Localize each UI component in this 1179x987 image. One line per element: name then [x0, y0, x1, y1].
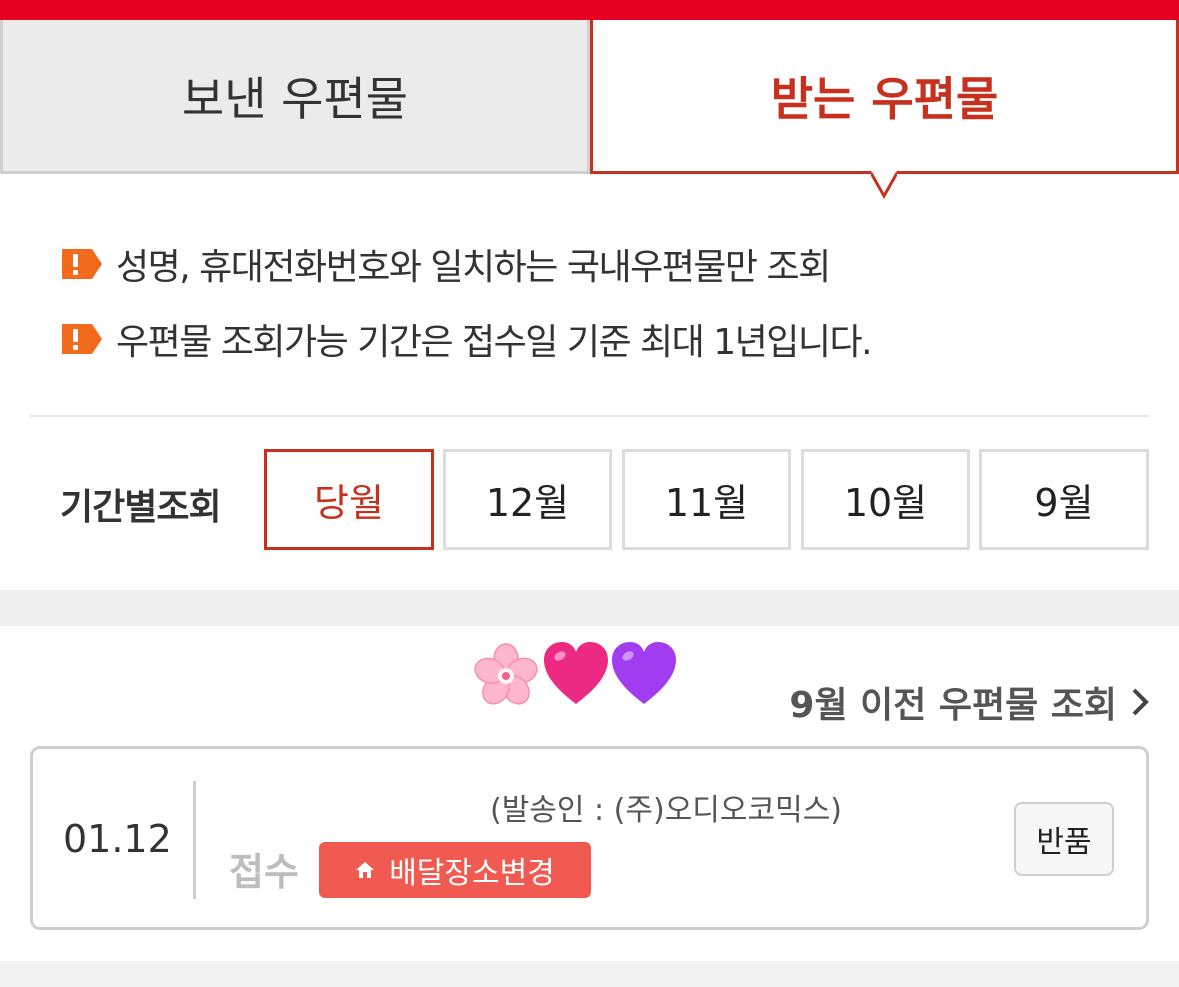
- change-delivery-location-button[interactable]: 배달장소변경: [319, 842, 591, 898]
- return-button[interactable]: 반품: [1014, 802, 1114, 876]
- change-delivery-location-label: 배달장소변경: [389, 856, 555, 891]
- period-option-10[interactable]: 10월: [801, 449, 970, 550]
- warning-tag-icon: [62, 324, 102, 354]
- notice-text: 성명, 휴대전화번호와 일치하는 국내우편물만 조회: [116, 247, 831, 288]
- mail-date: 01.12: [63, 817, 172, 861]
- emoji-decoration: [470, 638, 678, 710]
- mail-item-card: 01.12 (발송인 : (주)오디오코믹스) 접수 배달장소변경 반품: [30, 746, 1149, 930]
- home-icon: [356, 862, 375, 878]
- section-separator: [0, 961, 1179, 987]
- mail-sender: (발송인 : (주)오디오코믹스): [490, 793, 842, 828]
- tab-sent-mail[interactable]: 보낸 우편물: [0, 20, 590, 174]
- tab-received-mail[interactable]: 받는 우편물: [590, 20, 1179, 174]
- warning-tag-icon: [62, 249, 102, 279]
- cherry-blossom-icon: [474, 643, 538, 705]
- period-option-12[interactable]: 12월: [443, 449, 612, 550]
- divider: [193, 781, 196, 899]
- earlier-mail-link-label: 9월 이전 우편물 조회: [789, 685, 1117, 726]
- purple-heart-icon: [612, 642, 676, 704]
- period-filter-label: 기간별조회: [60, 487, 222, 528]
- mail-status: 접수: [229, 850, 299, 894]
- notice-item: 우편물 조회가능 기간은 접수일 기준 최대 1년입니다.: [60, 313, 873, 365]
- tab-sent-mail-label: 보낸 우편물: [181, 71, 409, 126]
- top-brand-bar: [0, 0, 1179, 20]
- section-separator: [0, 590, 1179, 626]
- earlier-mail-link[interactable]: 9월 이전 우편물 조회: [789, 676, 1149, 728]
- chevron-right-icon: [1132, 688, 1149, 716]
- pink-heart-icon: [544, 642, 608, 704]
- divider: [30, 415, 1149, 417]
- notice-item: 성명, 휴대전화번호와 일치하는 국내우편물만 조회: [60, 238, 831, 290]
- notice-text: 우편물 조회가능 기간은 접수일 기준 최대 1년입니다.: [116, 322, 873, 363]
- period-option-current-month[interactable]: 당월: [264, 449, 434, 550]
- period-option-9[interactable]: 9월: [979, 449, 1149, 550]
- tab-received-mail-label: 받는 우편물: [770, 71, 999, 126]
- period-option-11[interactable]: 11월: [622, 449, 791, 550]
